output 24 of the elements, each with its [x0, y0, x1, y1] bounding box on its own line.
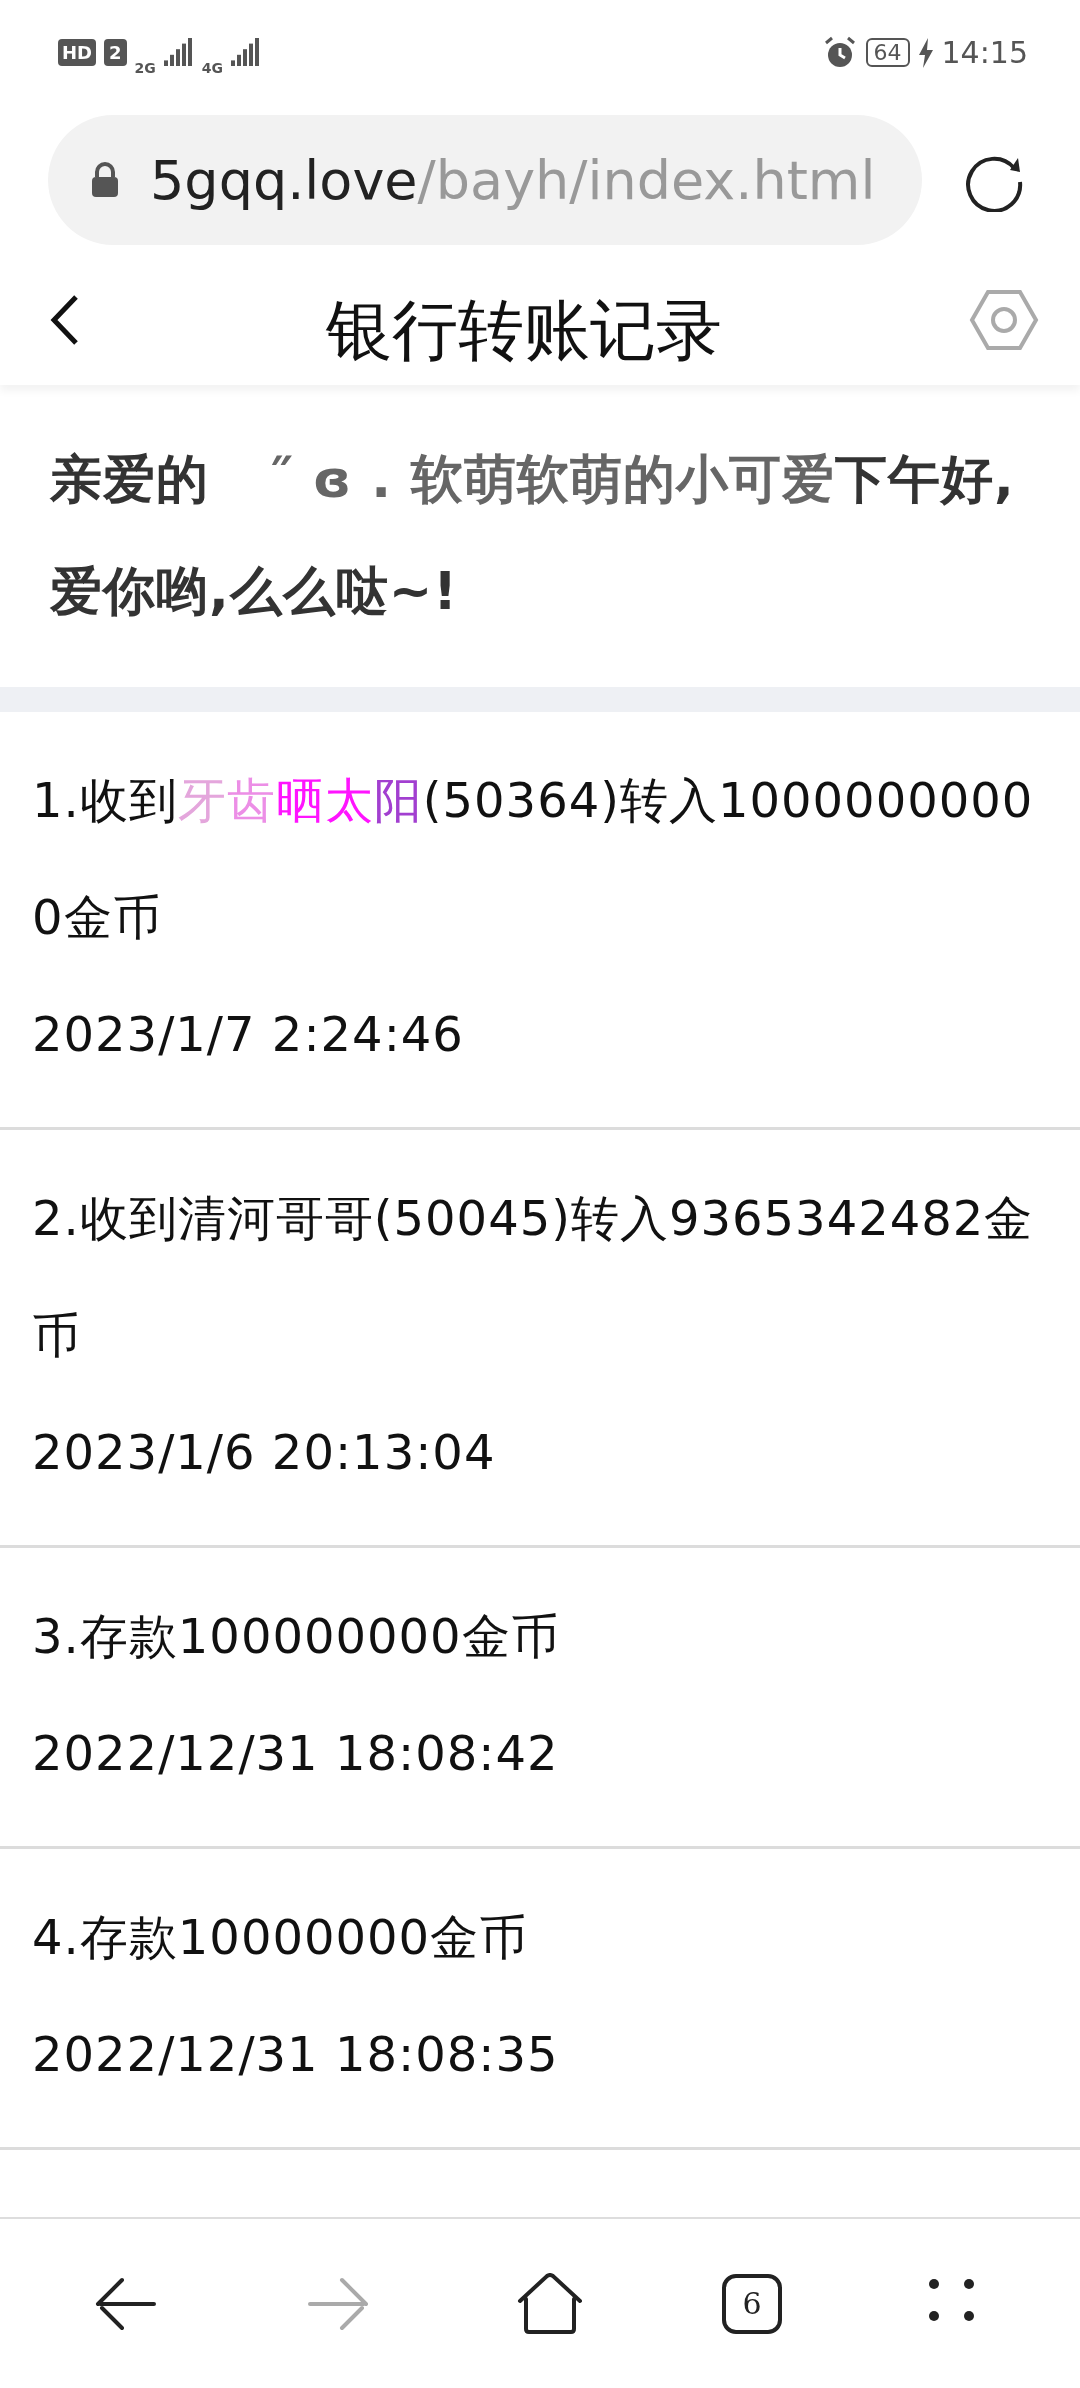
- lock-icon: [90, 162, 120, 198]
- charging-icon: [917, 37, 934, 68]
- url-text: 5gqq.love/bayh/index.html: [150, 148, 876, 212]
- tabs-button[interactable]: 6: [722, 2273, 782, 2334]
- record-date: 2023/1/7 2:24:46: [32, 1005, 465, 1064]
- battery-indicator: 64: [865, 38, 910, 67]
- record-description: 2.收到清河哥哥(50045)转入9365342482金币: [32, 1189, 1035, 1365]
- record-description: 4.存款10000000金币: [32, 1908, 530, 1967]
- clock-time: 14:15: [941, 35, 1028, 70]
- greeting-text: 亲爱的 ˝ ɞ . 软萌软萌的小可爱下午好,爱你哟,么么哒~!: [50, 448, 1016, 623]
- record-date: 2022/12/31 18:08:42: [32, 1724, 560, 1783]
- record-description: 3.存款100000000金币: [32, 1607, 561, 1666]
- record-description: 1.收到牙齿晒太阳(50364)转入10000000000金币: [32, 771, 1035, 947]
- sim-indicator: 2: [104, 39, 127, 66]
- address-field[interactable]: 5gqq.love/bayh/index.html: [48, 115, 922, 245]
- back-button[interactable]: [50, 293, 80, 347]
- signal-icon: [231, 37, 261, 68]
- record-date: 2023/1/6 20:13:04: [32, 1423, 497, 1482]
- signal-icon: [163, 37, 194, 68]
- network-label: 2G: [134, 59, 156, 76]
- record-date: 2022/12/31 18:08:35: [32, 2025, 560, 2084]
- page-title: 银行转账记录: [326, 291, 722, 371]
- hd-indicator: HD: [58, 39, 96, 66]
- network-label: 4G: [201, 59, 223, 76]
